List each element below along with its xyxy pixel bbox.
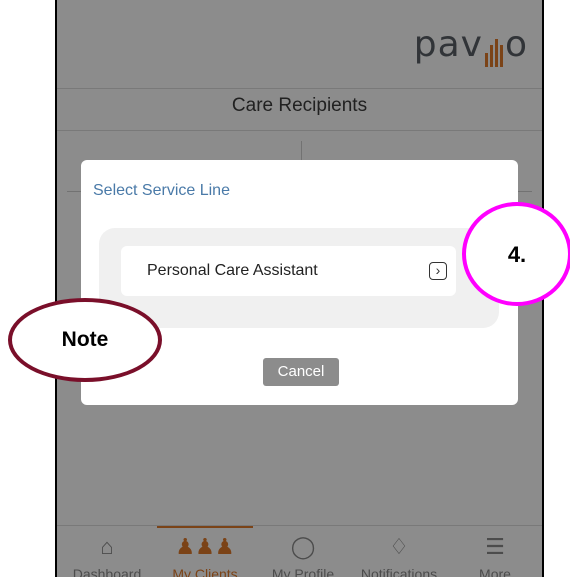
step-callout: 4. xyxy=(462,202,570,306)
option-personal-care-assistant[interactable]: Personal Care Assistant › xyxy=(121,246,456,296)
chevron-right-icon[interactable]: › xyxy=(429,262,447,280)
note-label: Note xyxy=(61,328,109,351)
cancel-button[interactable]: Cancel xyxy=(263,358,339,386)
step-label: 4. xyxy=(507,242,527,267)
app-frame: pav o Care Recipients ⌂ Dashboard ♟♟♟ My … xyxy=(55,0,544,577)
option-label: Personal Care Assistant xyxy=(147,262,318,279)
note-callout: Note xyxy=(8,298,162,382)
service-line-dialog: Select Service Line Personal Care Assist… xyxy=(81,160,518,405)
dialog-title: Select Service Line xyxy=(93,182,230,199)
options-panel: Personal Care Assistant › xyxy=(99,228,499,328)
